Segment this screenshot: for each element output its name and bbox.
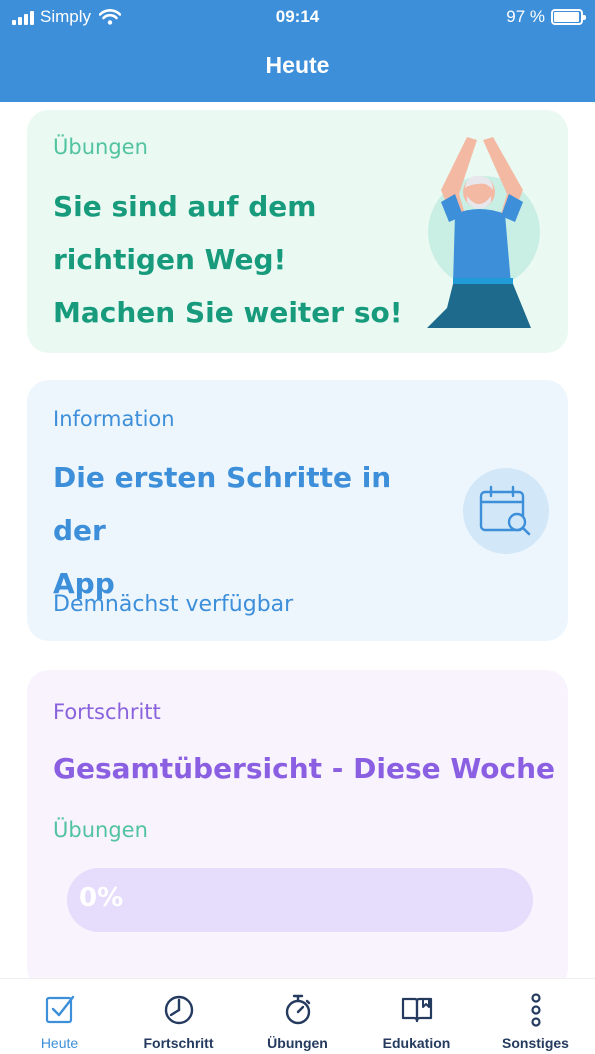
tab-label: Übungen [267,1035,328,1051]
tab-fortschritt[interactable]: Fortschritt [119,979,238,1054]
status-right: 97 % [506,7,586,27]
availability-note: Demnächst verfügbar [53,592,294,617]
more-vertical-icon [531,993,541,1027]
progress-category-label: Übungen [53,818,148,842]
card-title-line: Machen Sie weiter so! [53,296,403,329]
progress-percent-text: 0% [79,883,124,913]
bottom-tab-bar: Heute Fortschritt Übungen Edukation Sons… [0,978,595,1054]
battery-percent: 97 % [506,7,545,26]
info-getting-started-card[interactable]: Information Die ersten Schritte in der A… [27,380,568,641]
status-bar: Simply 09:14 97 % [0,0,595,36]
weekly-progress-card[interactable]: Fortschritt Gesamtübersicht - Diese Woch… [27,670,568,990]
tab-label: Fortschritt [143,1035,214,1051]
calendar-search-icon [463,468,549,554]
battery-icon [551,9,586,25]
card-title: Die ersten Schritte in der App [53,451,453,610]
card-title: Sie sind auf dem richtigen Weg! Machen S… [53,180,423,339]
card-category-label: Fortschritt [53,700,161,724]
app-header: Simply 09:14 97 % Heute [0,0,595,102]
book-icon [401,997,433,1023]
tab-label: Heute [40,1035,79,1051]
checkbox-icon [45,995,75,1024]
tab-uebungen[interactable]: Übungen [238,979,357,1054]
card-title: Gesamtübersicht - Diese Woche [53,752,556,785]
tab-heute[interactable]: Heute [0,979,119,1054]
card-category-label: Übungen [53,135,148,159]
tab-label: Edukation [382,1035,451,1051]
card-category-label: Information [53,407,175,431]
exercise-motivation-card[interactable]: Übungen Sie sind auf dem richtigen Weg! … [27,110,568,353]
tab-edukation[interactable]: Edukation [357,979,476,1054]
card-title-line: Sie sind auf dem [53,190,317,223]
person-yoga-illustration [427,137,540,328]
battery-level [554,12,580,22]
card-title-line: Die ersten Schritte in der [53,461,392,547]
stopwatch-icon [285,994,311,1025]
page-title: Heute [265,52,330,78]
exercise-progress-bar: 0% [67,868,533,932]
pie-chart-icon [164,995,194,1025]
card-title-line: richtigen Weg! [53,243,287,276]
tab-sonstiges[interactable]: Sonstiges [476,979,595,1054]
tab-label: Sonstiges [502,1035,569,1051]
